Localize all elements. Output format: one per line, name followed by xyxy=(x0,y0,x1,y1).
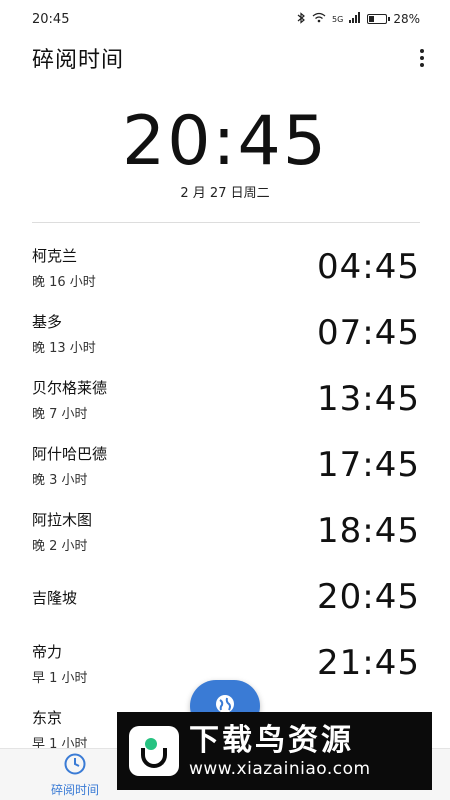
city-name: 阿拉木图 xyxy=(32,510,93,529)
city-info: 东京 早 1 小时 xyxy=(32,707,88,752)
city-time: 21:45 xyxy=(317,643,420,683)
city-name: 帝力 xyxy=(32,642,63,661)
tab-label: 碎阅时间 xyxy=(50,782,99,797)
city-name: 吉隆坡 xyxy=(32,588,78,607)
city-info: 贝尔格莱德 晚 7 小时 xyxy=(32,377,107,422)
main-date: 2 月 27 日周二 xyxy=(180,186,270,201)
city-time: 07:45 xyxy=(317,313,420,353)
city-time: 17:45 xyxy=(317,445,420,485)
city-info: 阿什哈巴德 晚 3 小时 xyxy=(32,443,107,488)
network-type-label: 5G xyxy=(332,14,344,24)
watermark-text: 下载鸟资源 www.xiazainiao.com xyxy=(189,723,371,779)
status-time: 20:45 xyxy=(32,11,70,27)
city-offset: 晚 3 小时 xyxy=(32,472,88,488)
more-icon xyxy=(420,49,424,53)
city-offset: 晚 2 小时 xyxy=(32,538,88,554)
city-info: 帝力 早 1 小时 xyxy=(32,641,88,686)
app-bar: 碎阅时间 xyxy=(0,38,450,78)
city-name: 柯克兰 xyxy=(32,246,78,265)
city-offset: 晚 13 小时 xyxy=(32,340,96,356)
list-item[interactable]: 吉隆坡 20:45 xyxy=(0,564,450,630)
clock-icon xyxy=(63,752,87,779)
list-item[interactable]: 柯克兰 晚 16 小时 04:45 xyxy=(0,234,450,300)
watermark-logo xyxy=(129,726,179,776)
city-name: 贝尔格莱德 xyxy=(32,378,108,397)
divider xyxy=(32,222,420,223)
list-item[interactable]: 阿拉木图 晚 2 小时 18:45 xyxy=(0,498,450,564)
city-offset: 晚 16 小时 xyxy=(32,274,96,290)
city-info: 柯克兰 晚 16 小时 xyxy=(32,245,96,290)
city-offset: 晚 7 小时 xyxy=(32,406,88,422)
list-item[interactable]: 贝尔格莱德 晚 7 小时 13:45 xyxy=(0,366,450,432)
wifi-icon xyxy=(312,12,326,26)
list-item[interactable]: 阿什哈巴德 晚 3 小时 17:45 xyxy=(0,432,450,498)
city-offset: 早 1 小时 xyxy=(32,670,88,686)
main-clock: 20:45 xyxy=(122,102,328,181)
city-info: 阿拉木图 晚 2 小时 xyxy=(32,509,92,554)
watermark-url: www.xiazainiao.com xyxy=(189,759,371,779)
city-time: 20:45 xyxy=(317,577,420,617)
more-options-button[interactable] xyxy=(416,47,428,69)
battery-icon xyxy=(367,14,391,24)
city-name: 基多 xyxy=(32,312,63,331)
city-info: 吉隆坡 xyxy=(32,587,77,608)
watermark-banner: 下载鸟资源 www.xiazainiao.com xyxy=(117,712,432,790)
city-time: 18:45 xyxy=(317,511,420,551)
city-time: 13:45 xyxy=(317,379,420,419)
city-info: 基多 晚 13 小时 xyxy=(32,311,96,356)
city-name: 阿什哈巴德 xyxy=(32,444,108,463)
list-item[interactable]: 基多 晚 13 小时 07:45 xyxy=(0,300,450,366)
logo-shape xyxy=(141,748,167,768)
status-bar: 20:45 5G 28% xyxy=(0,0,450,38)
city-time: 04:45 xyxy=(317,247,420,287)
more-icon-dot xyxy=(420,56,424,60)
city-name: 东京 xyxy=(32,708,63,727)
status-icons: 5G 28% xyxy=(297,11,420,27)
page-title: 碎阅时间 xyxy=(32,48,125,73)
watermark-title: 下载鸟资源 xyxy=(189,723,354,758)
battery-percent: 28% xyxy=(393,12,420,26)
bluetooth-icon xyxy=(297,11,306,27)
signal-icon xyxy=(349,12,361,26)
more-icon-dot xyxy=(420,63,424,67)
